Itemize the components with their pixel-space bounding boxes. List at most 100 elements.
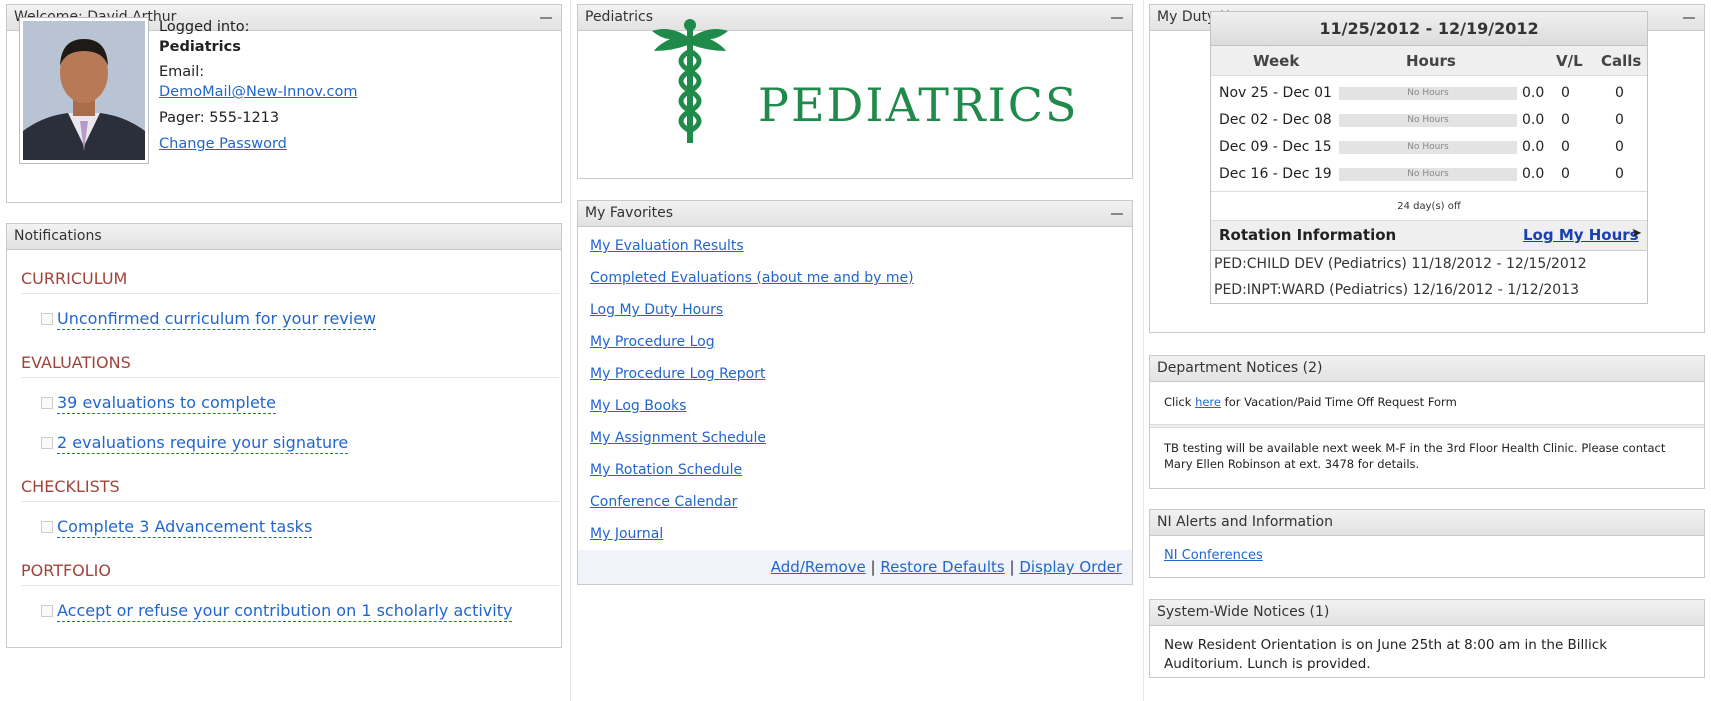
avatar	[19, 17, 149, 164]
tb-notice: TB testing will be available next week M…	[1164, 441, 1666, 471]
notification-item[interactable]: 2 evaluations require your signature	[41, 428, 561, 458]
notification-item[interactable]: 39 evaluations to complete	[41, 388, 561, 418]
favorite-link[interactable]: My Assignment Schedule	[590, 430, 766, 446]
notification-item[interactable]: Unconfirmed curriculum for your review	[41, 304, 561, 334]
click-text: Click	[1164, 395, 1192, 409]
ni-alerts-header: NI Alerts and Information	[1150, 510, 1704, 536]
duty-hours-panel: My Duty Hours 11/25/2012 - 12/19/2012 We…	[1149, 4, 1705, 333]
vl-header: V/L	[1556, 52, 1583, 70]
log-my-hours-link[interactable]: Log My Hours	[1523, 226, 1639, 244]
program-name: Pediatrics	[159, 39, 241, 55]
section-portfolio: PORTFOLIO	[21, 556, 559, 586]
system-notices-header: System-Wide Notices (1)	[1150, 600, 1704, 626]
table-row: Nov 25 - Dec 01 No Hours 0.0 0 0	[1211, 80, 1647, 107]
week-cell: Dec 09 - Dec 15	[1219, 139, 1332, 155]
separator: |	[1009, 558, 1015, 576]
table-row: Dec 02 - Dec 08 No Hours 0.0 0 0	[1211, 107, 1647, 134]
restore-defaults-link[interactable]: Restore Defaults	[880, 558, 1004, 576]
hours-cell: 0.0	[1522, 139, 1545, 155]
arrow-right-icon[interactable]: ➤	[1631, 226, 1642, 241]
notifications-panel: Notifications CURRICULUM Unconfirmed cur…	[6, 223, 562, 648]
favorites-header: My Favorites	[578, 201, 1132, 227]
vl-cell: 0	[1561, 166, 1570, 182]
minimize-icon[interactable]	[1683, 17, 1695, 19]
favorite-link[interactable]: My Procedure Log Report	[590, 366, 765, 382]
notification-link[interactable]: 39 evaluations to complete	[57, 393, 276, 414]
calls-cell: 0	[1615, 112, 1624, 128]
date-range: 11/25/2012 - 12/19/2012	[1211, 12, 1647, 46]
week-cell: Dec 16 - Dec 19	[1219, 166, 1332, 182]
notifications-title: Notifications	[14, 228, 102, 244]
calls-cell: 0	[1615, 166, 1624, 182]
calls-header: Calls	[1601, 52, 1642, 70]
notification-item[interactable]: Complete 3 Advancement tasks	[41, 512, 561, 542]
rotation-row: PED:CHILD DEV (Pediatrics) 11/18/2012 - …	[1214, 256, 1587, 272]
week-cell: Dec 02 - Dec 08	[1219, 112, 1332, 128]
notification-link[interactable]: 2 evaluations require your signature	[57, 433, 349, 454]
email-link[interactable]: DemoMail@New-Innov.com	[159, 82, 357, 102]
notification-item[interactable]: Accept or refuse your contribution on 1 …	[41, 596, 561, 626]
vl-cell: 0	[1561, 85, 1570, 101]
system-notices-panel: System-Wide Notices (1) New Resident Ori…	[1149, 599, 1705, 678]
hours-bar: No Hours	[1339, 87, 1517, 100]
checkbox-icon[interactable]	[41, 313, 53, 325]
week-cell: Nov 25 - Dec 01	[1219, 85, 1332, 101]
department-notices-header: Department Notices (2)	[1150, 356, 1704, 382]
avatar-photo	[23, 21, 145, 160]
favorites-footer: Add/Remove | Restore Defaults | Display …	[578, 550, 1132, 584]
change-password-link[interactable]: Change Password	[159, 134, 357, 154]
hours-cell: 0.0	[1522, 85, 1545, 101]
favorite-link[interactable]: My Procedure Log	[590, 334, 715, 350]
favorites-panel: My Favorites My Evaluation Results Compl…	[577, 200, 1133, 585]
duty-hours-table: 11/25/2012 - 12/19/2012 Week Hours V/L C…	[1210, 11, 1648, 304]
logged-into-label: Logged into:	[159, 19, 250, 35]
rotation-row: PED:INPT:WARD (Pediatrics) 12/16/2012 - …	[1214, 282, 1580, 298]
section-checklists: CHECKLISTS	[21, 472, 559, 502]
calls-cell: 0	[1615, 85, 1624, 101]
table-row: Dec 16 - Dec 19 No Hours 0.0 0 0	[1211, 161, 1647, 188]
pager-text: Pager: 555-1213	[159, 110, 280, 126]
checkbox-icon[interactable]	[41, 521, 53, 533]
pediatrics-panel: Pediatrics PEDIATRICS	[577, 4, 1133, 179]
hours-bar: No Hours	[1339, 114, 1517, 127]
welcome-info: Logged into: Pediatrics Email: DemoMail@…	[159, 17, 357, 154]
hours-cell: 0.0	[1522, 112, 1545, 128]
favorite-link[interactable]: My Log Books	[590, 398, 686, 414]
here-link[interactable]: here	[1195, 395, 1221, 409]
email-label: Email:	[159, 64, 205, 80]
favorite-link[interactable]: Conference Calendar	[590, 494, 737, 510]
vacation-text: for Vacation/Paid Time Off Request Form	[1224, 395, 1457, 409]
checkbox-icon[interactable]	[41, 605, 53, 617]
checkbox-icon[interactable]	[41, 397, 53, 409]
favorite-link[interactable]: My Evaluation Results	[590, 238, 744, 254]
hours-header: Hours	[1406, 52, 1456, 70]
calls-cell: 0	[1615, 139, 1624, 155]
minimize-icon[interactable]	[1111, 213, 1123, 215]
system-notice-text: New Resident Orientation is on June 25th…	[1164, 637, 1608, 672]
favorite-link[interactable]: Completed Evaluations (about me and by m…	[590, 270, 914, 286]
notification-link[interactable]: Accept or refuse your contribution on 1 …	[57, 601, 513, 622]
minimize-icon[interactable]	[1111, 17, 1123, 19]
ni-alerts-title: NI Alerts and Information	[1157, 514, 1333, 530]
minimize-icon[interactable]	[540, 17, 552, 19]
section-evaluations: EVALUATIONS	[21, 348, 559, 378]
vl-cell: 0	[1561, 139, 1570, 155]
add-remove-link[interactable]: Add/Remove	[771, 558, 866, 576]
hours-bar: No Hours	[1339, 141, 1517, 154]
notifications-header: Notifications	[7, 224, 561, 250]
checkbox-icon[interactable]	[41, 437, 53, 449]
ni-conferences-link[interactable]: NI Conferences	[1164, 548, 1263, 563]
vl-cell: 0	[1561, 112, 1570, 128]
display-order-link[interactable]: Display Order	[1019, 558, 1122, 576]
system-notices-title: System-Wide Notices (1)	[1157, 604, 1330, 620]
rotation-label: Rotation Information	[1219, 226, 1397, 244]
notification-link[interactable]: Unconfirmed curriculum for your review	[57, 309, 377, 330]
section-curriculum: CURRICULUM	[21, 264, 559, 294]
favorite-link[interactable]: My Rotation Schedule	[590, 462, 742, 478]
hours-bar: No Hours	[1339, 168, 1517, 181]
pediatrics-title: Pediatrics	[585, 9, 654, 25]
favorite-link[interactable]: My Journal	[590, 526, 663, 542]
notification-link[interactable]: Complete 3 Advancement tasks	[57, 517, 313, 538]
favorite-link[interactable]: Log My Duty Hours	[590, 302, 723, 318]
days-off-text: 24 day(s) off	[1211, 191, 1647, 221]
